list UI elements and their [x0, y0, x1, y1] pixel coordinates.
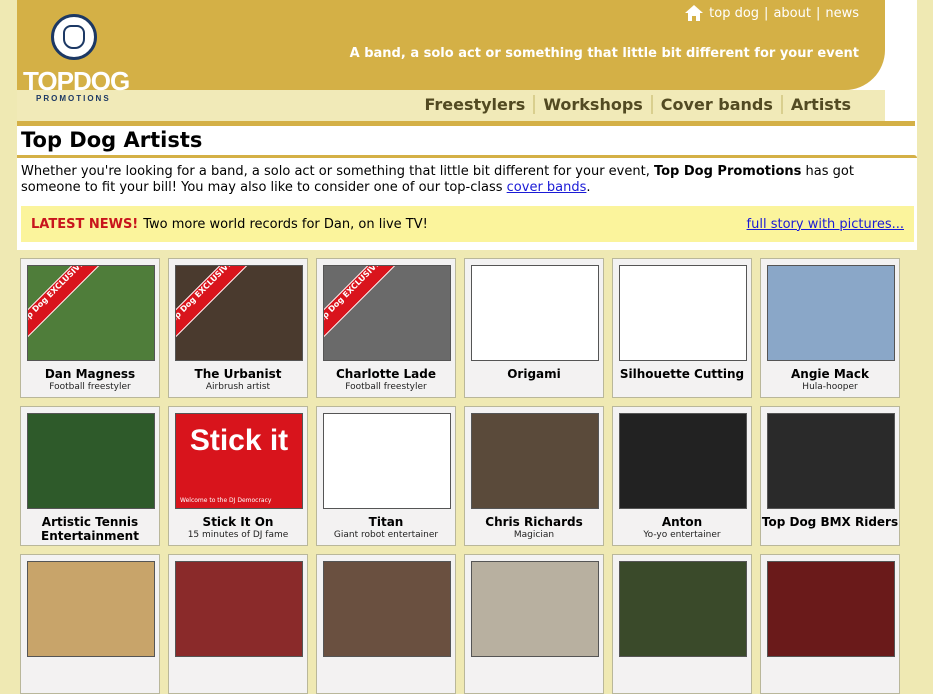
artist-photo[interactable]	[767, 265, 895, 361]
artist-tile[interactable]	[168, 554, 308, 694]
logo-subtitle: PROMOTIONS	[36, 94, 111, 103]
artist-tile[interactable]	[464, 554, 604, 694]
main-nav: Freestylers Workshops Cover bands Artist…	[416, 95, 859, 114]
top-links: top dog | about | news	[684, 4, 859, 22]
artist-tile[interactable]: Origami	[464, 258, 604, 398]
artist-photo[interactable]	[323, 413, 451, 509]
top-link-about[interactable]: about	[773, 6, 811, 21]
artist-description: Airbrush artist	[205, 382, 271, 392]
artist-name[interactable]: Anton	[613, 515, 751, 529]
artist-tile[interactable]	[20, 554, 160, 694]
top-link-home[interactable]: top dog	[709, 6, 759, 21]
cover-bands-link[interactable]: cover bands	[507, 180, 587, 195]
artist-photo[interactable]: Top Dog EXCLUSIVE	[175, 265, 303, 361]
artist-name[interactable]: Angie Mack	[761, 367, 899, 381]
artist-name[interactable]: Artistic Tennis Entertainment	[21, 515, 159, 543]
news-banner: LATEST NEWS! Two more world records for …	[21, 206, 914, 242]
stick-it-caption: Welcome to the DJ Democracy	[180, 497, 272, 504]
artist-name[interactable]: The Urbanist	[169, 367, 307, 381]
artist-tile[interactable]	[760, 554, 900, 694]
nav-freestylers[interactable]: Freestylers	[416, 95, 533, 114]
page: TOPDOG PROMOTIONS top dog | about | news…	[0, 0, 933, 694]
top-link-news[interactable]: news	[825, 6, 859, 21]
bulldog-icon	[51, 14, 97, 60]
artist-tile[interactable]: Artistic Tennis Entertainment	[20, 406, 160, 546]
link-separator: |	[764, 5, 769, 21]
artist-name[interactable]: Silhouette Cutting	[613, 367, 751, 381]
artist-description: Football freestyler	[49, 382, 131, 392]
artist-description: 15 minutes of DJ fame	[187, 530, 289, 540]
artist-name[interactable]: Chris Richards	[465, 515, 603, 529]
artist-tile[interactable]	[316, 554, 456, 694]
artist-tile[interactable]: Titan Giant robot entertainer	[316, 406, 456, 546]
artist-tile[interactable]: Silhouette Cutting	[612, 258, 752, 398]
artist-photo[interactable]	[27, 561, 155, 657]
logo-text: TOPDOG	[23, 66, 130, 96]
artist-name[interactable]: Charlotte Lade	[317, 367, 455, 381]
site-logo[interactable]: TOPDOG PROMOTIONS	[23, 14, 138, 104]
artist-photo[interactable]	[471, 561, 599, 657]
artist-description: Magician	[513, 530, 555, 540]
exclusive-ribbon: Top Dog EXCLUSIVE	[28, 266, 101, 342]
artist-name[interactable]: Dan Magness	[21, 367, 159, 381]
title-divider	[17, 155, 917, 158]
artist-photo[interactable]: Top Dog EXCLUSIVE	[323, 265, 451, 361]
artist-photo[interactable]	[767, 561, 895, 657]
main-content: Top Dog Artists Whether you're looking f…	[17, 128, 917, 250]
stick-it-logo: Stick it	[189, 424, 289, 457]
artist-tile[interactable]: Anton Yo-yo entertainer	[612, 406, 752, 546]
artist-photo[interactable]	[619, 265, 747, 361]
artist-description: Yo-yo entertainer	[643, 530, 721, 540]
artist-tile[interactable]: Top Dog EXCLUSIVE Charlotte Lade Football …	[316, 258, 456, 398]
artist-photo[interactable]	[323, 561, 451, 657]
news-label: LATEST NEWS!	[31, 216, 139, 232]
company-name: Top Dog Promotions	[653, 164, 802, 179]
artist-tile[interactable]: Stick it Welcome to the DJ Democracy Stick…	[168, 406, 308, 546]
exclusive-ribbon: Top Dog EXCLUSIVE	[324, 266, 397, 342]
link-separator: |	[815, 5, 821, 21]
artist-photo[interactable]: Stick it Welcome to the DJ Democracy	[175, 413, 303, 509]
artist-name[interactable]: Origami	[465, 367, 603, 381]
artist-tile[interactable]: Top Dog EXCLUSIVE The Urbanist Airbrush ar…	[168, 258, 308, 398]
artist-photo[interactable]	[471, 265, 599, 361]
artist-tile[interactable]: Chris Richards Magician	[464, 406, 604, 546]
news-story-link[interactable]: full story with pictures...	[747, 217, 904, 232]
exclusive-ribbon: Top Dog EXCLUSIVE	[176, 266, 249, 342]
artist-name[interactable]: Top Dog BMX Riders	[761, 515, 899, 529]
news-text: Two more world records for Dan, on live …	[143, 216, 428, 232]
nav-artists[interactable]: Artists	[780, 95, 859, 114]
artist-tile[interactable]: Top Dog EXCLUSIVE Dan Magness Football fre…	[20, 258, 160, 398]
tagline: A band, a solo act or something that lit…	[349, 46, 859, 61]
header-divider	[17, 121, 915, 126]
artist-name[interactable]: Titan	[317, 515, 455, 529]
site-header: TOPDOG PROMOTIONS top dog | about | news…	[17, 0, 917, 128]
artist-tile[interactable]: Angie Mack Hula-hooper	[760, 258, 900, 398]
artist-description: Football freestyler	[345, 382, 427, 392]
nav-cover-bands[interactable]: Cover bands	[650, 95, 781, 114]
artist-photo[interactable]	[27, 413, 155, 509]
artist-photo[interactable]	[619, 413, 747, 509]
intro-text: Whether you're looking for a band, a sol…	[21, 164, 854, 195]
artist-tile[interactable]: Top Dog BMX Riders	[760, 406, 900, 546]
artist-photo[interactable]	[471, 413, 599, 509]
artist-description: Giant robot entertainer	[333, 530, 439, 540]
home-icon[interactable]	[684, 4, 704, 22]
artist-photo[interactable]: Top Dog EXCLUSIVE	[27, 265, 155, 361]
artist-description: Hula-hooper	[802, 382, 858, 392]
nav-workshops[interactable]: Workshops	[533, 95, 650, 114]
artist-tile[interactable]	[612, 554, 752, 694]
page-title: Top Dog Artists	[21, 128, 203, 152]
artist-photo[interactable]	[619, 561, 747, 657]
artist-name[interactable]: Stick It On	[169, 515, 307, 529]
artist-photo[interactable]	[767, 413, 895, 509]
artist-photo[interactable]	[175, 561, 303, 657]
